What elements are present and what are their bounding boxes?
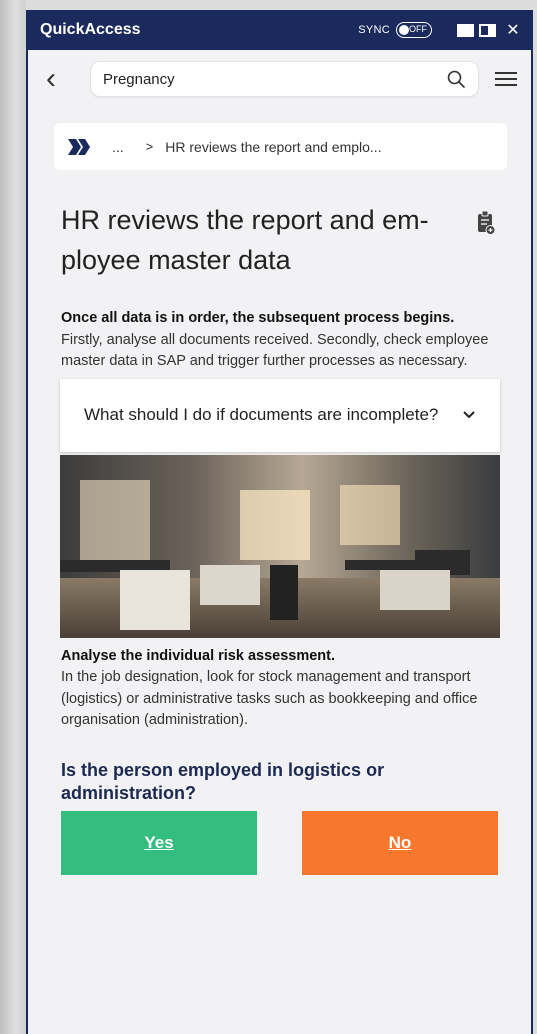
intro-body: Firstly, analyse all documents received.… — [61, 331, 489, 370]
main-content: HR reviews the report and em-ployee mast… — [28, 200, 531, 875]
app-title: QuickAccess — [40, 21, 141, 38]
breadcrumb-current: HR reviews the report and emplo... — [165, 138, 382, 155]
office-photo — [60, 454, 500, 638]
titlebar: QuickAccess SYNC OFF ✕ — [28, 10, 531, 50]
back-arrow-icon[interactable]: ‹ — [46, 64, 70, 94]
clipboard-add-icon[interactable] — [476, 210, 496, 236]
search-box[interactable] — [89, 61, 480, 97]
intro-heading: Once all data is in order, the subsequen… — [61, 310, 455, 326]
minimize-icon[interactable] — [457, 23, 474, 37]
sync-toggle-knob — [399, 24, 409, 35]
double-chevron-icon[interactable] — [66, 137, 92, 157]
sync-state: OFF — [409, 24, 427, 34]
breadcrumb-ellipsis[interactable]: ... — [112, 139, 124, 155]
sync-toggle[interactable]: OFF — [396, 22, 432, 38]
faq-accordion[interactable]: What should I do if documents are incomp… — [60, 378, 500, 452]
risk-heading: Analyse the individual risk assessment. — [61, 647, 336, 664]
breadcrumb: ... > HR reviews the report and emplo... — [54, 123, 507, 170]
answer-buttons: Yes No — [61, 810, 498, 875]
menu-icon[interactable] — [495, 68, 517, 90]
breadcrumb-separator: > — [145, 139, 154, 154]
title-row: HR reviews the report and em-ployee mast… — [61, 200, 500, 280]
risk-body: In the job designation, look for stock m… — [61, 669, 478, 728]
no-button[interactable]: No — [302, 810, 498, 875]
close-icon[interactable]: ✕ — [505, 22, 521, 38]
search-icon[interactable] — [446, 69, 466, 89]
background-shadow — [0, 0, 26, 1034]
intro-text-block: Once all data is in order, the subsequen… — [61, 308, 500, 373]
page-title: HR reviews the report and em-ployee mast… — [61, 205, 429, 275]
search-input[interactable] — [102, 70, 447, 88]
app-window: QuickAccess SYNC OFF ✕ ‹ ... > HR revie — [26, 10, 533, 1034]
sync-label: SYNC — [358, 24, 390, 36]
split-view-icon[interactable] — [479, 23, 496, 37]
search-row: ‹ — [28, 50, 531, 108]
risk-text-block: Analyse the individual risk assessment. … — [61, 646, 500, 732]
yes-button[interactable]: Yes — [61, 810, 257, 875]
faq-label: What should I do if documents are incomp… — [84, 405, 439, 424]
chevron-down-icon — [463, 411, 475, 419]
decision-question: Is the person employed in logistics or a… — [61, 759, 385, 803]
